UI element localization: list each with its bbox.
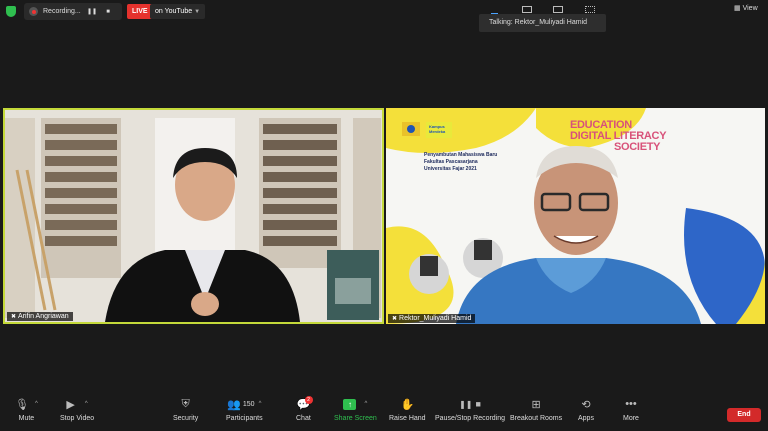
participants-button[interactable]: 👥 150 ^ Participants — [226, 396, 263, 423]
mute-button[interactable]: 🎙 ^ Mute — [15, 396, 38, 423]
participant-1-video-feed — [5, 110, 382, 322]
security-shield-icon — [6, 6, 16, 17]
raise-hand-button[interactable]: ✋ Raise Hand — [389, 396, 426, 423]
grid-icon — [585, 5, 596, 13]
talking-indicator: Talking: Rektor_Muliyadi Hamid — [479, 14, 606, 32]
hand-icon: ✋ — [400, 398, 415, 411]
pause-recording-icon[interactable]: ❚❚ — [87, 7, 97, 17]
share-screen-label: Share Screen — [334, 415, 377, 422]
view-button[interactable]: ▦ View — [734, 4, 758, 12]
microphone-icon: 🎙 — [15, 398, 29, 411]
participants-label: Participants — [226, 415, 263, 422]
layout-icon — [553, 5, 564, 13]
mic-off-icon: ✖ — [11, 314, 17, 320]
participant-name-tag: ✖ Arifin Angriawan — [7, 312, 73, 321]
youtube-stream-dropdown[interactable]: on YouTube ▼ — [150, 4, 206, 19]
slide-event-info: Penyambutan Mahasiswa Baru Fakultas Pasc… — [424, 152, 497, 173]
stop-video-label: Stop Video — [60, 415, 95, 422]
chevron-up-icon[interactable]: ^ — [35, 401, 38, 407]
participants-count: 150 — [242, 400, 255, 408]
stop-recording-icon[interactable]: ■ — [103, 7, 113, 17]
mic-off-icon: ✖ — [392, 316, 398, 322]
video-camera-icon: ▶ — [66, 398, 75, 411]
headline-line-3: SOCIETY — [614, 141, 661, 153]
stop-video-button[interactable]: ▶ ^ Stop Video — [60, 396, 95, 423]
kampus-merdeka-logo: Kampus Merdeka — [429, 124, 446, 134]
chat-unread-badge: 2 — [304, 396, 313, 404]
security-button[interactable]: ⛨ Security — [173, 396, 199, 423]
youtube-label: on YouTube — [155, 8, 193, 15]
apps-label: Apps — [578, 415, 594, 422]
more-label: More — [623, 415, 639, 422]
recording-label: Recording... — [43, 8, 81, 15]
breakout-rooms-button[interactable]: ⊞ Breakout Rooms — [510, 396, 563, 423]
chat-label: Chat — [296, 415, 311, 422]
stop-icon: ■ — [475, 399, 481, 409]
slide-headline: EDUCATION DIGITAL LITERACY SOCIETY — [570, 120, 667, 153]
share-screen-button[interactable]: ↑ ^ Share Screen — [334, 396, 377, 422]
chevron-up-icon[interactable]: ^ — [259, 401, 262, 407]
apps-icon: ⟲ — [581, 398, 591, 411]
participant-name: Rektor_Muliyadi Hamid — [399, 315, 472, 322]
breakout-rooms-label: Breakout Rooms — [510, 415, 563, 422]
recording-indicator: Recording... ❚❚ ■ — [24, 3, 122, 20]
security-label: Security — [173, 415, 199, 422]
more-button[interactable]: ••• More — [623, 396, 639, 422]
participant-name: Arifin Angriawan — [18, 313, 69, 320]
chat-button[interactable]: 💬 2 Chat — [296, 396, 313, 422]
end-meeting-button[interactable]: End — [727, 408, 761, 422]
ellipsis-icon: ••• — [625, 398, 637, 410]
share-screen-icon: ↑ — [343, 398, 357, 410]
pause-icon: ❚❚ — [459, 399, 473, 409]
chevron-up-icon[interactable]: ^ — [85, 401, 88, 407]
apps-button[interactable]: ⟲ Apps — [578, 396, 594, 423]
meeting-toolbar: 🎙 ^ Mute ▶ ^ Stop Video ⛨ Security 👥 150 ^ P… — [0, 396, 768, 431]
view-grid-icon: ▦ — [734, 5, 741, 12]
mute-label: Mute — [18, 415, 35, 422]
view-label: View — [742, 5, 758, 12]
live-badge: LIVE — [127, 4, 153, 19]
chevron-down-icon: ▼ — [194, 9, 201, 15]
participant-name-tag: ✖ Rektor_Muliyadi Hamid — [388, 314, 476, 323]
shield-icon: ⛨ — [181, 397, 190, 410]
slide-faculty: Fakultas Pascasarjana — [424, 159, 478, 165]
video-tile-participant-2[interactable]: Penyambutan Mahasiswa Baru Fakultas Pasc… — [386, 108, 765, 324]
cloud-recording-icon — [29, 7, 38, 16]
slide-university: Universitas Fajar 2021 — [424, 166, 477, 172]
layout-icon — [521, 5, 532, 13]
chevron-up-icon[interactable]: ^ — [364, 401, 367, 407]
people-icon: 👥 — [227, 398, 241, 411]
pause-stop-recording-button[interactable]: ❚❚ ■ Pause/Stop Recording — [435, 396, 505, 422]
breakout-grid-icon: ⊞ — [531, 398, 541, 411]
pause-stop-recording-label: Pause/Stop Recording — [435, 415, 506, 422]
video-tile-participant-1[interactable]: ✖ Arifin Angriawan — [3, 108, 384, 324]
raise-hand-label: Raise Hand — [389, 415, 426, 422]
slide-event-title: Penyambutan Mahasiswa Baru — [424, 152, 498, 158]
